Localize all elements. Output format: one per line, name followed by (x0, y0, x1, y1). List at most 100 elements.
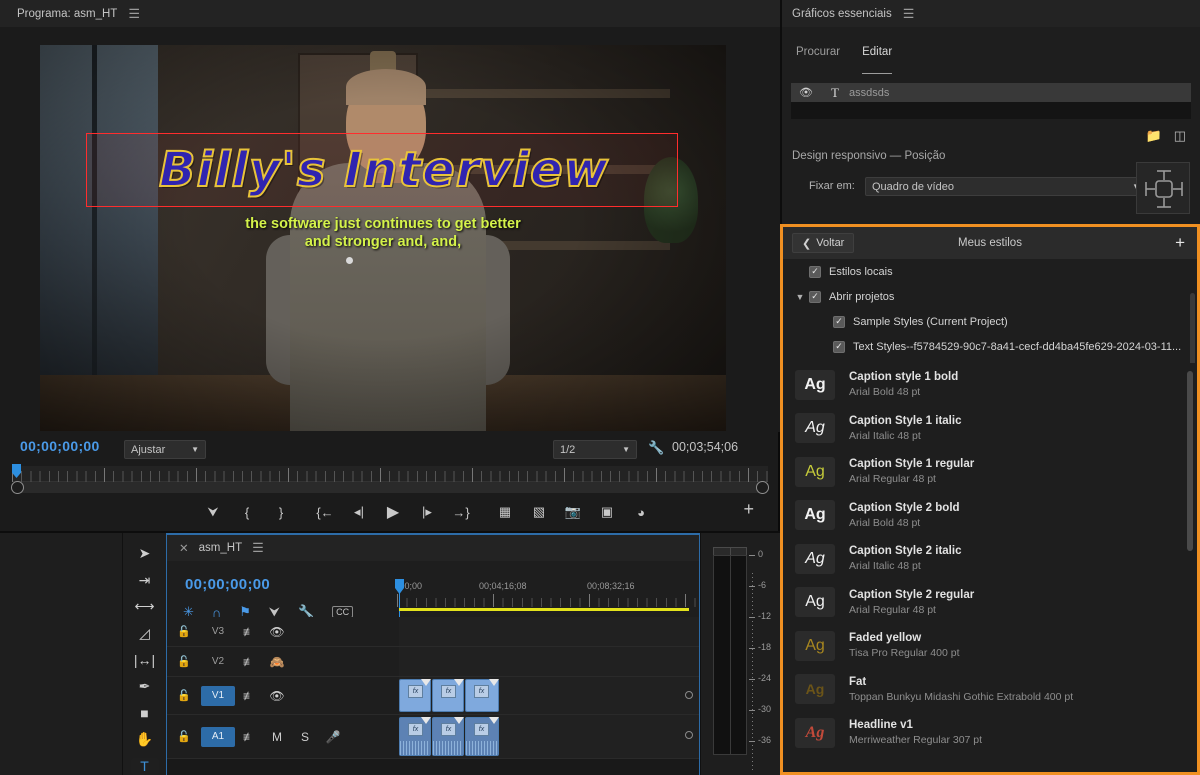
wrench-icon[interactable]: 🔧 (648, 440, 664, 456)
pin-alignment-icon[interactable] (1136, 162, 1190, 214)
type-tool[interactable]: T (130, 757, 159, 775)
style-list-item[interactable]: Ag Caption Style 2 bold Arial Bold 48 pt (783, 494, 1197, 538)
checkbox-checked[interactable]: ✓ (833, 340, 845, 353)
lock-icon[interactable]: 🔓 (167, 655, 201, 668)
tree-item-local-styles[interactable]: ✓ Estilos locais (783, 259, 1197, 284)
track-select-forward-tool[interactable]: ⇥ (131, 572, 159, 590)
checkbox-checked[interactable]: ✓ (809, 290, 821, 303)
style-list-item[interactable]: Ag Caption Style 1 italic Arial Italic 4… (783, 407, 1197, 451)
tree-item-open-projects[interactable]: ▼ ✓ Abrir projetos (783, 284, 1197, 309)
hamburger-icon[interactable]: ☰ (128, 6, 140, 22)
razor-tool[interactable]: ◿ (131, 625, 159, 643)
track-name-a1[interactable]: A1 (201, 726, 235, 747)
track-target-icon[interactable]: ≢ (235, 730, 263, 744)
tree-item-sample-styles[interactable]: ✓ Sample Styles (Current Project) (783, 309, 1197, 334)
eye-icon[interactable]: 👁 (263, 689, 291, 703)
track-header[interactable]: 🔓 V2 ≢ 🙈 (167, 647, 399, 676)
track-keyframe-handle[interactable] (685, 731, 693, 739)
hamburger-icon[interactable]: ☰ (903, 6, 915, 22)
track-target-icon[interactable]: ≢ (235, 625, 263, 639)
style-list-item[interactable]: Ag Faded yellow Tisa Pro Regular 400 pt (783, 624, 1197, 668)
video-clip[interactable]: fx (465, 679, 499, 712)
playback-resolution-select[interactable]: 1/2 ▼ (553, 440, 637, 459)
style-list-item[interactable]: Ag Fat Toppan Bunkyu Midashi Gothic Extr… (783, 668, 1197, 712)
button-editor-plus[interactable]: + (743, 499, 754, 520)
timeline-tab-label[interactable]: asm_HT (199, 542, 242, 554)
title-overlay-text[interactable]: Billy's Interview (92, 135, 676, 205)
lock-icon[interactable]: 🔓 (167, 730, 201, 743)
close-icon[interactable]: ✕ (179, 541, 189, 555)
timeline-track-v3[interactable]: 🔓 V3 ≢ 👁 (167, 617, 699, 647)
export-frame-button[interactable]: 📷 (556, 497, 590, 527)
program-work-bar[interactable] (11, 481, 769, 494)
style-list-item[interactable]: Ag Caption style 1 bold Arial Bold 48 pt (783, 363, 1197, 407)
multicam-button[interactable]: ◕ (624, 497, 658, 527)
video-clip[interactable]: fx (399, 679, 431, 712)
mute-button[interactable]: M (263, 730, 291, 744)
comparison-view-button[interactable]: ▣ (590, 497, 624, 527)
step-back-button[interactable]: ◂| (342, 497, 376, 527)
track-lane[interactable]: fx fx fx (399, 677, 699, 714)
go-to-out-button[interactable]: →} (444, 497, 478, 527)
track-lane[interactable]: fx fx fx (399, 715, 699, 758)
track-name-v3[interactable]: V3 (201, 622, 235, 642)
new-layer-icon[interactable]: ◫ (1174, 128, 1186, 144)
timeline-ruler[interactable]: ;00;00 00;04;16;08 00;08;32;16 (397, 581, 700, 611)
video-clip[interactable]: fx (432, 679, 464, 712)
ripple-edit-tool[interactable]: ⟷ (131, 598, 159, 616)
extract-button[interactable]: ▧ (522, 497, 556, 527)
track-keyframe-handle[interactable] (685, 691, 693, 699)
audio-clip[interactable]: fx (399, 717, 431, 756)
tab-editar[interactable]: Editar (862, 46, 893, 74)
hamburger-icon[interactable]: ☰ (252, 540, 264, 556)
timeline-playhead-timecode[interactable]: 00;00;00;00 (185, 576, 270, 593)
plus-icon[interactable]: + (1175, 233, 1185, 253)
program-duration-timecode[interactable]: 00;03;54;06 (672, 440, 738, 454)
eye-icon[interactable]: 👁 (791, 86, 821, 99)
slip-tool[interactable]: |↔| (131, 651, 159, 669)
step-forward-button[interactable]: |▸ (410, 497, 444, 527)
track-header[interactable]: 🔓 V1 ≢ 👁 (167, 677, 399, 714)
work-bar-handle-in[interactable] (11, 481, 24, 494)
video-preview[interactable]: Billy's Interview the software just cont… (40, 45, 726, 431)
solo-button[interactable]: S (291, 730, 319, 744)
audio-clip[interactable]: fx (432, 717, 464, 756)
timeline-track-v1[interactable]: 🔓 V1 ≢ 👁 fx fx fx (167, 677, 699, 715)
track-header[interactable]: 🔓 V3 ≢ 👁 (167, 617, 399, 646)
checkbox-checked[interactable]: ✓ (809, 265, 821, 278)
new-folder-icon[interactable]: 📁 (1146, 128, 1162, 144)
style-list-item[interactable]: Ag Headline v1 Merriweather Regular 307 … (783, 711, 1197, 755)
mark-out-button[interactable]: } (264, 497, 298, 527)
work-bar-handle-out[interactable] (756, 481, 769, 494)
pen-tool[interactable]: ✒ (131, 678, 159, 696)
selection-tool[interactable]: ➤ (131, 545, 159, 563)
tree-item-text-styles[interactable]: ✓ Text Styles--f5784529-90c7-8a41-cecf-d… (783, 334, 1197, 359)
rectangle-tool[interactable]: ■ (131, 704, 159, 722)
go-to-in-button[interactable]: {← (308, 497, 342, 527)
pin-to-select[interactable]: Quadro de vídeo ▼ (865, 177, 1147, 196)
program-current-timecode[interactable]: 00;00;00;00 (20, 438, 100, 454)
chevron-down-icon[interactable]: ▼ (791, 292, 809, 302)
timeline-work-area-bar[interactable] (399, 608, 689, 611)
track-name-v1[interactable]: V1 (201, 685, 235, 706)
track-lane[interactable] (399, 647, 699, 676)
add-marker-button[interactable]: ⮟ (196, 497, 230, 527)
timeline-track-v2[interactable]: 🔓 V2 ≢ 🙈 (167, 647, 699, 677)
lift-button[interactable]: ▦ (488, 497, 522, 527)
graphic-layer-row[interactable]: 👁 T assdsds (791, 83, 1191, 102)
track-header[interactable]: 🔓 A1 ≢ M S 🎤 (167, 715, 399, 758)
mark-in-button[interactable]: { (230, 497, 264, 527)
zoom-level-select[interactable]: Ajustar ▼ (124, 440, 206, 459)
track-lane[interactable] (399, 617, 699, 646)
eye-icon[interactable]: 👁 (263, 625, 291, 639)
program-scrub-bar[interactable] (12, 466, 768, 482)
graphic-layer-name[interactable]: assdsds (849, 87, 889, 99)
program-monitor-stage[interactable]: Billy's Interview the software just cont… (0, 27, 780, 432)
play-button[interactable]: ▶ (376, 497, 410, 527)
audio-meter-bars[interactable] (713, 555, 747, 755)
hand-tool[interactable]: ✋ (131, 731, 159, 749)
track-target-icon[interactable]: ≢ (235, 689, 263, 703)
eye-off-icon[interactable]: 🙈 (263, 655, 291, 669)
microphone-icon[interactable]: 🎤 (319, 730, 347, 744)
lock-icon[interactable]: 🔓 (167, 625, 201, 638)
